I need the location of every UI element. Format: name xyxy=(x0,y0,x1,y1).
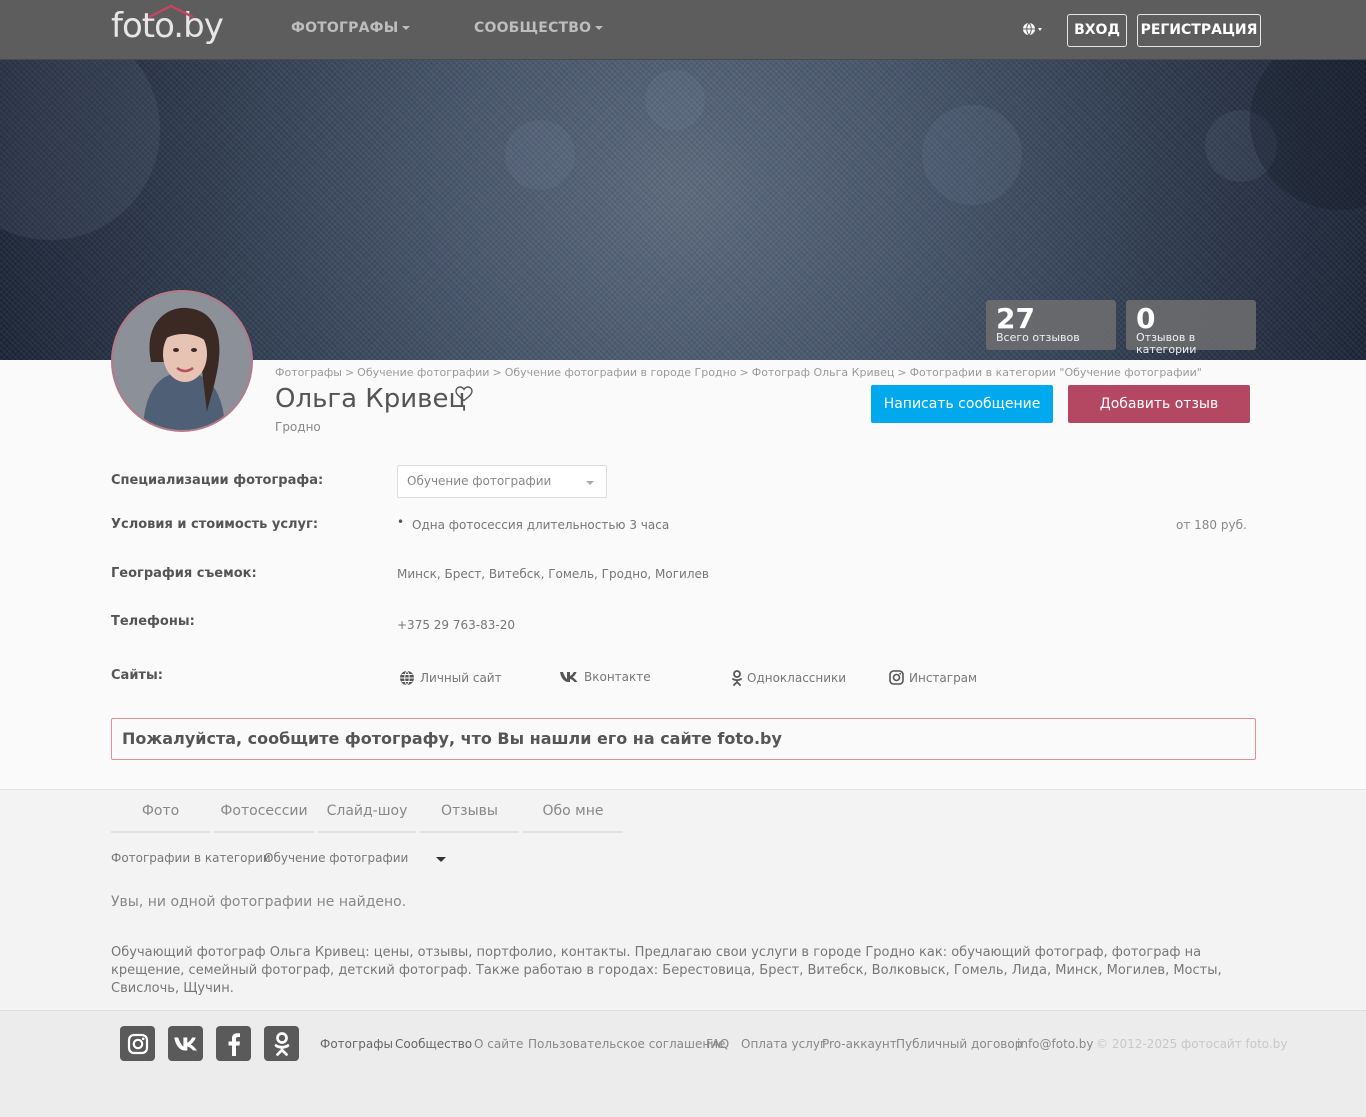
service-bullet: • xyxy=(397,515,405,529)
breadcrumb: Фотографы > Обучение фотографии > Обучение ф… xyxy=(275,366,1202,379)
tab-photo[interactable]: Фото xyxy=(111,792,210,833)
footer-link-faq[interactable]: FAQ xyxy=(706,1037,729,1051)
footer-link-payment[interactable]: Оплата услуг xyxy=(741,1037,826,1051)
footer-link-pro[interactable]: Pro-аккаунт xyxy=(822,1037,897,1051)
odnoklassniki-link[interactable]: Одноклассники xyxy=(732,670,846,686)
breadcrumb-link[interactable]: Обучение фотографии xyxy=(357,366,489,379)
specialization-select-value: Обучение фотографии xyxy=(407,474,552,488)
instagram-link[interactable]: Инстаграм xyxy=(889,670,977,685)
empty-photos-message: Увы, ни одной фотографии не найдено. xyxy=(111,894,407,910)
login-button[interactable]: ВХОД xyxy=(1067,14,1127,47)
vkontakte-label: Вконтакте xyxy=(584,670,651,684)
vk-icon xyxy=(173,1037,197,1050)
phone-value[interactable]: +375 29 763-83-20 xyxy=(397,618,515,632)
footer-link-email[interactable]: info@foto.by xyxy=(1017,1037,1093,1051)
vk-icon xyxy=(560,672,578,682)
geography-value: Минск, Брест, Витебск, Гомель, Гродно, М… xyxy=(397,567,709,581)
odnoklassniki-icon xyxy=(274,1031,289,1056)
nav-photographers-label: ФОТОГРАФЫ xyxy=(291,20,399,36)
total-reviews-stat: 27 Всего отзывов xyxy=(986,300,1116,350)
personal-site-label: Личный сайт xyxy=(420,671,502,685)
instagram-icon xyxy=(127,1033,148,1054)
register-button[interactable]: РЕГИСТРАЦИЯ xyxy=(1137,14,1261,47)
photographer-name: Ольга Кривец xyxy=(275,384,467,414)
sites-label: Сайты: xyxy=(111,668,163,683)
send-message-button[interactable]: Написать сообщение xyxy=(871,385,1053,423)
site-logo[interactable]: foto.by xyxy=(111,4,224,46)
add-review-button[interactable]: Добавить отзыв xyxy=(1068,385,1250,423)
tab-about[interactable]: Обо мне xyxy=(523,792,623,833)
language-switcher[interactable] xyxy=(1022,21,1046,41)
nav-community[interactable]: СООБЩЕСТВО xyxy=(474,20,604,36)
photographer-description: Обучающий фотограф Ольга Кривец: цены, о… xyxy=(111,945,1222,996)
footer-link-public-contract[interactable]: Публичный договор xyxy=(896,1037,1022,1051)
avatar xyxy=(111,290,253,432)
footer-link-terms[interactable]: Пользовательское соглашение xyxy=(528,1037,725,1051)
category-filter-label: Фотографии в категории xyxy=(111,851,271,865)
logo-roof-icon xyxy=(148,4,194,18)
footer-facebook-button[interactable] xyxy=(216,1026,251,1061)
facebook-icon xyxy=(228,1032,240,1056)
service-price: от 180 руб. xyxy=(1176,518,1247,532)
tab-photosessions[interactable]: Фотосессии xyxy=(214,792,314,833)
tab-slideshow[interactable]: Слайд-шоу xyxy=(318,792,416,833)
category-reviews-stat: 0 Отзывов в категории xyxy=(1126,300,1256,356)
footer xyxy=(0,1010,1366,1117)
breadcrumb-link[interactable]: Обучение фотографии в городе Гродно xyxy=(505,366,737,379)
footer-instagram-button[interactable] xyxy=(120,1026,155,1061)
category-reviews-label: Отзывов в категории xyxy=(1136,331,1197,356)
geography-label: География съемок: xyxy=(111,566,257,581)
specializations-label: Специализации фотографа: xyxy=(111,473,324,488)
nav-community-label: СООБЩЕСТВО xyxy=(474,20,592,36)
chevron-down-icon[interactable] xyxy=(436,857,446,862)
globe-icon xyxy=(400,670,414,686)
service-item: Одна фотосессия длительностью 3 часа xyxy=(412,518,670,532)
notice-banner: Пожалуйста, сообщите фотографу, что Вы н… xyxy=(111,718,1256,760)
breadcrumb-link[interactable]: Фотографии в категории "Обучение фотогра… xyxy=(910,366,1202,379)
category-filter-select[interactable]: Обучение фотографии xyxy=(264,851,408,865)
footer-odnoklassniki-button[interactable] xyxy=(264,1026,299,1061)
odnoklassniki-icon xyxy=(732,670,742,686)
phones-label: Телефоны: xyxy=(111,614,195,629)
breadcrumb-link[interactable]: Фотограф Ольга Кривец xyxy=(752,366,895,379)
footer-copyright: © 2012-2025 фотосайт foto.by xyxy=(1096,1037,1288,1051)
footer-link-about[interactable]: О сайте xyxy=(474,1037,523,1051)
personal-site-link[interactable]: Личный сайт xyxy=(399,670,502,686)
footer-link-photographers[interactable]: Фотографы xyxy=(320,1037,393,1051)
vkontakte-link[interactable]: Вконтакте xyxy=(559,670,651,684)
odnoklassniki-label: Одноклассники xyxy=(747,671,847,685)
tab-reviews[interactable]: Отзывы xyxy=(420,792,519,833)
instagram-label: Инстаграм xyxy=(909,670,978,685)
services-label: Условия и стоимость услуг: xyxy=(111,517,319,532)
favorite-button[interactable] xyxy=(455,386,473,406)
nav-photographers[interactable]: ФОТОГРАФЫ xyxy=(291,20,411,36)
instagram-icon xyxy=(889,670,904,685)
specialization-select[interactable]: Обучение фотографии xyxy=(397,465,607,498)
breadcrumb-link[interactable]: Фотографы xyxy=(275,366,342,379)
top-navbar: foto.by ФОТОГРАФЫ СООБЩЕСТВО ВХОД РЕГИСТ… xyxy=(0,0,1366,60)
chevron-down-icon xyxy=(595,26,604,30)
photographer-city: Гродно xyxy=(275,420,321,434)
chevron-down-icon xyxy=(586,481,594,485)
chevron-down-icon xyxy=(402,26,411,30)
globe-icon xyxy=(1023,22,1042,36)
footer-vk-button[interactable] xyxy=(168,1026,203,1061)
footer-link-community[interactable]: Сообщество xyxy=(395,1037,472,1051)
heart-icon xyxy=(455,386,473,402)
total-reviews-label: Всего отзывов xyxy=(996,331,1080,344)
